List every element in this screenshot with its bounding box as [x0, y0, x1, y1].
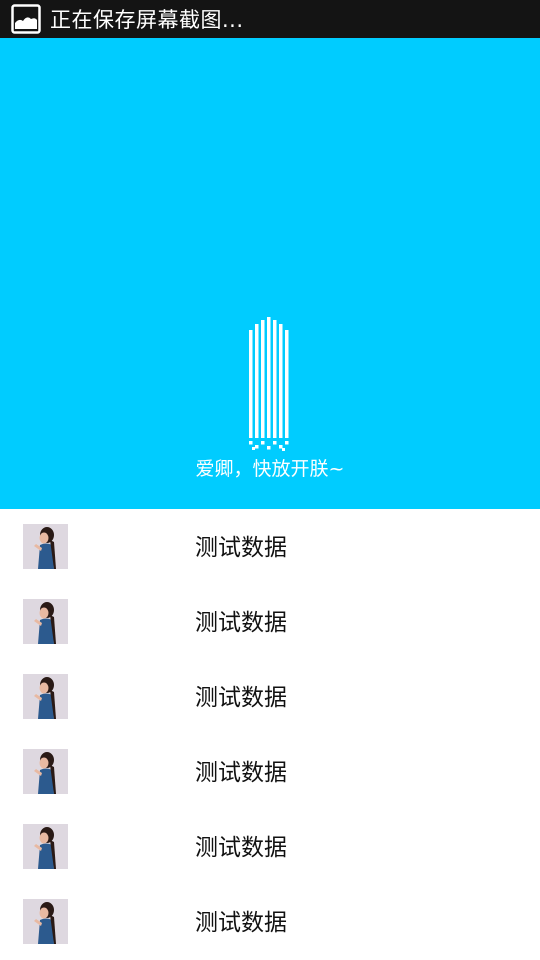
bars-loading-icon — [249, 316, 291, 451]
data-list: 测试数据 测试数据 测试数据 测试数据 测试数据 测试数据 — [0, 509, 540, 959]
list-item[interactable]: 测试数据 — [0, 884, 540, 959]
avatar — [23, 674, 68, 719]
list-item[interactable]: 测试数据 — [0, 659, 540, 734]
list-item-label: 测试数据 — [195, 910, 287, 936]
list-item-label: 测试数据 — [195, 835, 287, 861]
avatar — [23, 599, 68, 644]
avatar — [23, 824, 68, 869]
list-item-label: 测试数据 — [195, 535, 287, 561]
avatar — [23, 899, 68, 944]
status-bar: 正在保存屏幕截图... — [0, 0, 540, 38]
list-item[interactable]: 测试数据 — [0, 584, 540, 659]
list-item-label: 测试数据 — [195, 685, 287, 711]
list-item[interactable]: 测试数据 — [0, 734, 540, 809]
list-item[interactable]: 测试数据 — [0, 809, 540, 884]
pull-to-refresh-header[interactable]: 爱卿，快放开朕~ — [0, 38, 540, 509]
list-item-label: 测试数据 — [195, 760, 287, 786]
pull-to-refresh-text: 爱卿，快放开朕~ — [195, 458, 345, 480]
list-item[interactable]: 测试数据 — [0, 509, 540, 584]
avatar — [23, 524, 68, 569]
list-item-label: 测试数据 — [195, 610, 287, 636]
image-icon — [11, 4, 41, 34]
status-notification-text: 正在保存屏幕截图... — [50, 8, 244, 32]
avatar — [23, 749, 68, 794]
